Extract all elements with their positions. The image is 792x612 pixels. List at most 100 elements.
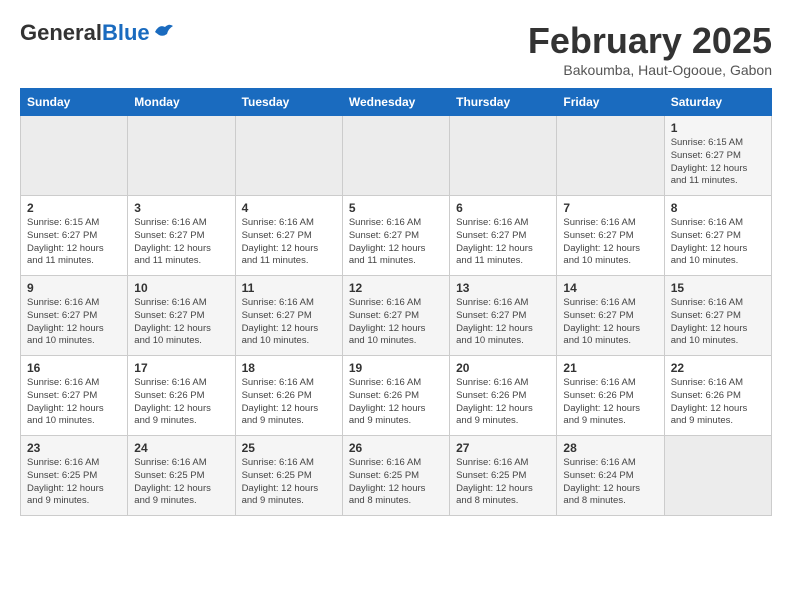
day-cell: 21 Sunrise: 6:16 AMSunset: 6:26 PMDayligh… [557, 356, 664, 436]
day-cell: 3Sunrise: 6:16 AMSunset: 6:27 PMDaylight… [128, 196, 235, 276]
day-detail: Sunrise: 6:15 AMSunset: 6:27 PMDaylight:… [27, 217, 121, 268]
calendar-title: February 2025 [528, 20, 772, 62]
day-number: 8 [671, 201, 765, 215]
day-number: 2 [27, 201, 121, 215]
day-number: 13 [456, 281, 550, 295]
day-number: 5 [349, 201, 443, 215]
logo-general: General [20, 20, 102, 45]
day-cell [557, 116, 664, 196]
day-cell [128, 116, 235, 196]
logo-text: GeneralBlue [20, 20, 150, 46]
day-cell: 9 Sunrise: 6:16 AMSunset: 6:27 PMDaylight… [21, 276, 128, 356]
day-cell: 24 Sunrise: 6:16 AMSunset: 6:25 PMDayligh… [128, 436, 235, 516]
day-cell: 18 Sunrise: 6:16 AMSunset: 6:26 PMDayligh… [235, 356, 342, 436]
day-cell: 27Sunrise: 6:16 AMSunset: 6:25 PMDayligh… [450, 436, 557, 516]
day-number: 17 [134, 361, 228, 375]
day-detail: Sunrise: 6:16 AMSunset: 6:27 PMDaylight:… [134, 217, 228, 268]
title-block: February 2025 Bakoumba, Haut-Ogooue, Gab… [528, 20, 772, 78]
day-detail: Sunrise: 6:16 AMSunset: 6:25 PMDaylight:… [349, 457, 443, 508]
day-cell: 7 Sunrise: 6:16 AMSunset: 6:27 PMDaylight… [557, 196, 664, 276]
day-cell: 19 Sunrise: 6:16 AMSunset: 6:26 PMDayligh… [342, 356, 449, 436]
day-number: 16 [27, 361, 121, 375]
day-cell: 10 Sunrise: 6:16 AMSunset: 6:27 PMDayligh… [128, 276, 235, 356]
day-cell: 14 Sunrise: 6:16 AMSunset: 6:27 PMDayligh… [557, 276, 664, 356]
calendar-subtitle: Bakoumba, Haut-Ogooue, Gabon [528, 62, 772, 78]
day-number: 28 [563, 441, 657, 455]
day-cell: 6 Sunrise: 6:16 AMSunset: 6:27 PMDaylight… [450, 196, 557, 276]
day-cell [664, 436, 771, 516]
day-detail: Sunrise: 6:16 AMSunset: 6:25 PMDaylight:… [134, 457, 228, 508]
day-number: 4 [242, 201, 336, 215]
day-detail: Sunrise: 6:16 AMSunset: 6:27 PMDaylight:… [349, 217, 443, 268]
week-row-2: 2 Sunrise: 6:15 AMSunset: 6:27 PMDaylight… [21, 196, 772, 276]
day-number: 24 [134, 441, 228, 455]
day-detail: Sunrise: 6:16 AMSunset: 6:26 PMDaylight:… [456, 377, 550, 428]
header-tuesday: Tuesday [235, 89, 342, 116]
day-detail: Sunrise: 6:16 AMSunset: 6:25 PMDaylight:… [27, 457, 121, 508]
header-monday: Monday [128, 89, 235, 116]
week-row-1: 1 Sunrise: 6:15 AMSunset: 6:27 PMDaylight… [21, 116, 772, 196]
day-number: 6 [456, 201, 550, 215]
day-cell: 16 Sunrise: 6:16 AMSunset: 6:27 PMDayligh… [21, 356, 128, 436]
day-cell: 4Sunrise: 6:16 AMSunset: 6:27 PMDaylight… [235, 196, 342, 276]
day-number: 9 [27, 281, 121, 295]
day-cell: 15Sunrise: 6:16 AMSunset: 6:27 PMDayligh… [664, 276, 771, 356]
day-detail: Sunrise: 6:16 AMSunset: 6:26 PMDaylight:… [242, 377, 336, 428]
day-detail: Sunrise: 6:16 AMSunset: 6:27 PMDaylight:… [563, 217, 657, 268]
day-cell: 22Sunrise: 6:16 AMSunset: 6:26 PMDayligh… [664, 356, 771, 436]
day-detail: Sunrise: 6:16 AMSunset: 6:27 PMDaylight:… [134, 297, 228, 348]
header-thursday: Thursday [450, 89, 557, 116]
page-header: GeneralBlue February 2025 Bakoumba, Haut… [20, 20, 772, 78]
day-detail: Sunrise: 6:16 AMSunset: 6:27 PMDaylight:… [27, 297, 121, 348]
day-number: 1 [671, 121, 765, 135]
day-detail: Sunrise: 6:16 AMSunset: 6:27 PMDaylight:… [27, 377, 121, 428]
logo: GeneralBlue [20, 20, 175, 46]
day-number: 20 [456, 361, 550, 375]
day-number: 11 [242, 281, 336, 295]
day-number: 15 [671, 281, 765, 295]
day-detail: Sunrise: 6:16 AMSunset: 6:26 PMDaylight:… [671, 377, 765, 428]
calendar-body: 1 Sunrise: 6:15 AMSunset: 6:27 PMDaylight… [21, 116, 772, 516]
day-number: 7 [563, 201, 657, 215]
header-wednesday: Wednesday [342, 89, 449, 116]
header-friday: Friday [557, 89, 664, 116]
day-cell: 26 Sunrise: 6:16 AMSunset: 6:25 PMDayligh… [342, 436, 449, 516]
day-cell [21, 116, 128, 196]
day-detail: Sunrise: 6:16 AMSunset: 6:26 PMDaylight:… [134, 377, 228, 428]
day-cell: 25Sunrise: 6:16 AMSunset: 6:25 PMDayligh… [235, 436, 342, 516]
logo-blue: Blue [102, 20, 150, 45]
day-number: 10 [134, 281, 228, 295]
logo-bird-icon [153, 22, 175, 40]
week-row-3: 9 Sunrise: 6:16 AMSunset: 6:27 PMDaylight… [21, 276, 772, 356]
day-detail: Sunrise: 6:16 AMSunset: 6:26 PMDaylight:… [349, 377, 443, 428]
day-cell: 13 Sunrise: 6:16 AMSunset: 6:27 PMDayligh… [450, 276, 557, 356]
day-cell: 23 Sunrise: 6:16 AMSunset: 6:25 PMDayligh… [21, 436, 128, 516]
day-cell: 2 Sunrise: 6:15 AMSunset: 6:27 PMDaylight… [21, 196, 128, 276]
day-number: 23 [27, 441, 121, 455]
day-detail: Sunrise: 6:16 AMSunset: 6:27 PMDaylight:… [456, 297, 550, 348]
day-cell: 1 Sunrise: 6:15 AMSunset: 6:27 PMDaylight… [664, 116, 771, 196]
day-number: 26 [349, 441, 443, 455]
day-number: 19 [349, 361, 443, 375]
day-cell: 28 Sunrise: 6:16 AMSunset: 6:24 PMDayligh… [557, 436, 664, 516]
day-number: 18 [242, 361, 336, 375]
day-detail: Sunrise: 6:16 AMSunset: 6:26 PMDaylight:… [563, 377, 657, 428]
header-row: Sunday Monday Tuesday Wednesday Thursday… [21, 89, 772, 116]
day-detail: Sunrise: 6:16 AMSunset: 6:27 PMDaylight:… [349, 297, 443, 348]
day-cell: 20 Sunrise: 6:16 AMSunset: 6:26 PMDayligh… [450, 356, 557, 436]
day-detail: Sunrise: 6:16 AMSunset: 6:25 PMDaylight:… [242, 457, 336, 508]
day-cell: 11 Sunrise: 6:16 AMSunset: 6:27 PMDayligh… [235, 276, 342, 356]
day-cell [342, 116, 449, 196]
day-detail: Sunrise: 6:15 AMSunset: 6:27 PMDaylight:… [671, 137, 765, 188]
day-detail: Sunrise: 6:16 AMSunset: 6:27 PMDaylight:… [456, 217, 550, 268]
day-cell [235, 116, 342, 196]
day-detail: Sunrise: 6:16 AMSunset: 6:27 PMDaylight:… [242, 297, 336, 348]
day-detail: Sunrise: 6:16 AMSunset: 6:27 PMDaylight:… [563, 297, 657, 348]
day-cell [450, 116, 557, 196]
day-detail: Sunrise: 6:16 AMSunset: 6:24 PMDaylight:… [563, 457, 657, 508]
day-number: 21 [563, 361, 657, 375]
calendar-header: Sunday Monday Tuesday Wednesday Thursday… [21, 89, 772, 116]
week-row-4: 16 Sunrise: 6:16 AMSunset: 6:27 PMDayligh… [21, 356, 772, 436]
calendar-table: Sunday Monday Tuesday Wednesday Thursday… [20, 88, 772, 516]
day-number: 14 [563, 281, 657, 295]
